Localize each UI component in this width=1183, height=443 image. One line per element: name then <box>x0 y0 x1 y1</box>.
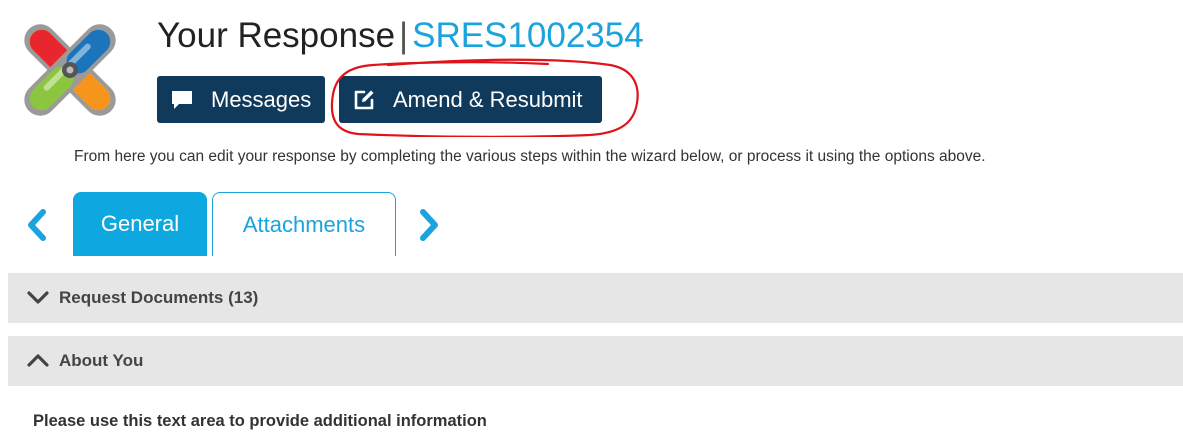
messages-button[interactable]: Messages <box>157 76 325 123</box>
page-title-text: Your Response <box>157 16 396 55</box>
amend-resubmit-button[interactable]: Amend & Resubmit <box>339 76 602 123</box>
tab-attachments[interactable]: Attachments <box>212 192 396 256</box>
previous-step-button[interactable] <box>26 208 48 242</box>
chevron-down-icon <box>26 286 50 310</box>
section-about-you-label: About You <box>59 351 144 370</box>
response-reference: SRES1002354 <box>412 16 644 55</box>
instruction-text: From here you can edit your response by … <box>74 148 986 165</box>
tab-general[interactable]: General <box>73 192 207 256</box>
app-logo <box>14 14 126 126</box>
section-request-documents-label: Request Documents (13) <box>59 288 259 307</box>
tab-general-label: General <box>100 211 180 236</box>
chevron-right-icon <box>420 209 438 241</box>
messages-button-label: Messages <box>211 86 312 112</box>
tab-attachments-label: Attachments <box>242 211 366 237</box>
title-separator: | <box>399 16 409 55</box>
amend-resubmit-label: Amend & Resubmit <box>393 86 583 112</box>
response-page: Your Response | SRES1002354 Messages Amend… <box>0 0 1183 443</box>
next-step-button[interactable] <box>418 208 440 242</box>
speech-bubble-icon <box>169 87 195 113</box>
section-about-you[interactable]: About You <box>8 336 1183 386</box>
section-request-documents[interactable]: Request Documents (13) <box>8 273 1183 323</box>
chevron-up-icon <box>26 349 50 373</box>
about-you-prompt: Please use this text area to provide add… <box>33 412 487 430</box>
edit-pencil-icon <box>351 87 377 113</box>
chevron-left-icon <box>28 209 46 241</box>
page-title: Your Response | SRES1002354 <box>157 14 644 58</box>
